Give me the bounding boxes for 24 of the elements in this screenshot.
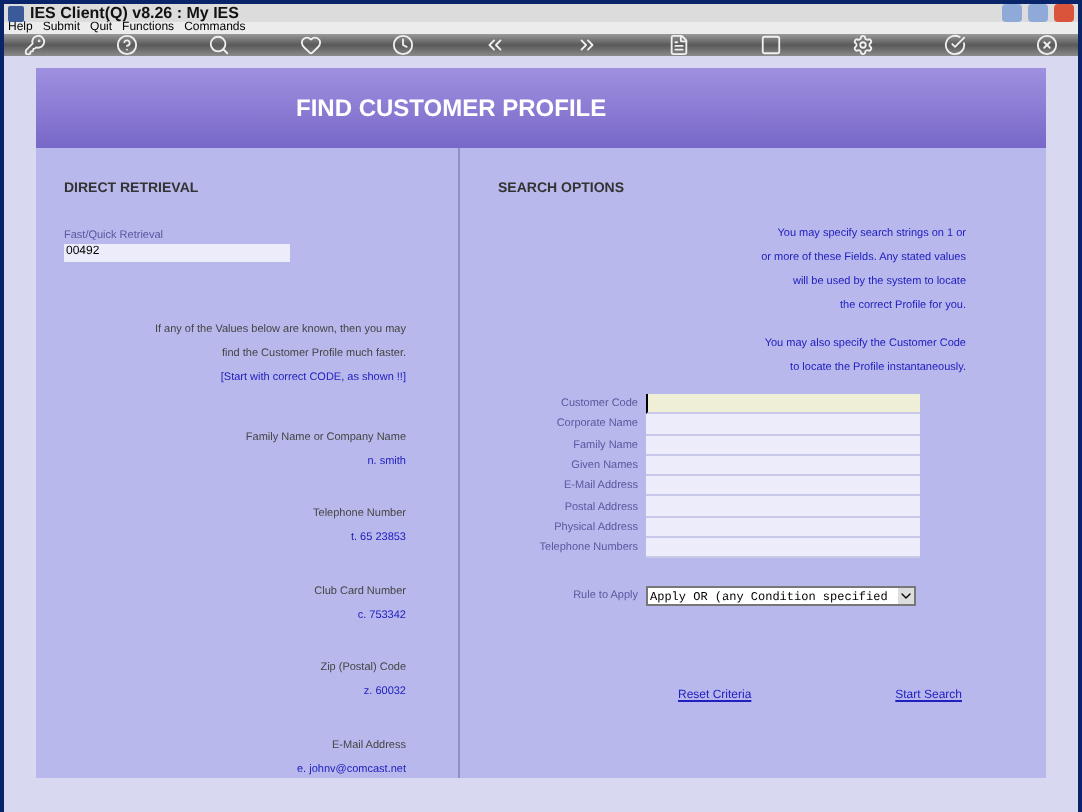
close-icon[interactable] [1036,34,1058,56]
gear-icon[interactable] [852,34,874,56]
search-field[interactable] [646,394,920,415]
help-icon[interactable] [116,34,138,56]
double-left-icon[interactable] [484,34,506,56]
double-right-icon[interactable] [576,34,598,56]
document-icon[interactable] [668,34,690,56]
key-icon[interactable] [24,34,46,56]
dropdown-caret-icon [898,588,914,605]
heart-icon[interactable] [300,34,322,56]
search-field[interactable] [646,517,920,539]
banner-title: FIND CUSTOMER PROFILE [296,92,607,126]
square-icon[interactable] [760,34,782,56]
clock-icon[interactable] [392,34,414,56]
check-icon[interactable] [944,34,966,56]
search-field[interactable] [646,435,920,456]
window-title: IES Client(Q) v8.26 : My IES [30,5,239,21]
app-icon [8,5,24,21]
search-field[interactable] [646,496,920,518]
search-icon[interactable] [208,34,230,56]
search-field[interactable] [646,455,920,477]
search-field[interactable] [646,476,920,497]
search-field[interactable] [646,538,920,559]
search-field[interactable] [646,414,920,436]
